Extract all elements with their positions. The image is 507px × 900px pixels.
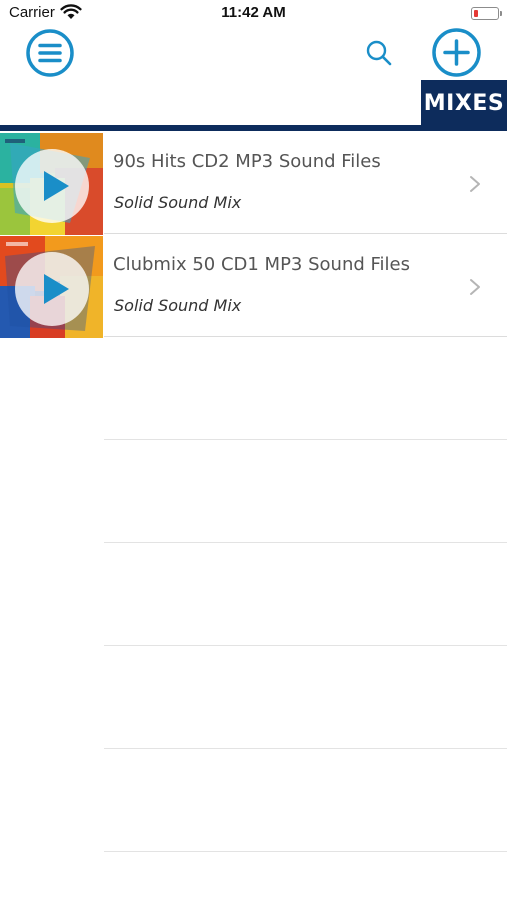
clock: 11:42 AM bbox=[221, 4, 286, 21]
empty-row bbox=[0, 646, 507, 749]
add-icon[interactable] bbox=[432, 28, 481, 77]
battery-tip bbox=[500, 11, 502, 16]
status-bar: Carrier 11:42 AM bbox=[0, 0, 507, 26]
empty-row bbox=[0, 749, 507, 852]
chevron-right-icon bbox=[470, 279, 480, 295]
chevron-right-icon bbox=[470, 176, 480, 192]
section-tab: MIXES bbox=[421, 80, 507, 128]
list-item[interactable]: 90s Hits CD2 MP3 Sound Files Solid Sound… bbox=[0, 131, 507, 235]
search-icon[interactable] bbox=[364, 38, 394, 68]
play-icon[interactable] bbox=[15, 149, 89, 223]
mix-subtitle: Solid Sound Mix bbox=[114, 296, 242, 315]
album-art bbox=[0, 133, 103, 235]
nav-bar bbox=[0, 26, 507, 80]
menu-icon[interactable] bbox=[26, 29, 74, 77]
mix-subtitle: Solid Sound Mix bbox=[114, 193, 242, 212]
battery-icon bbox=[471, 7, 499, 20]
mix-title: Clubmix 50 CD1 MP3 Sound Files bbox=[113, 254, 410, 275]
mix-title: 90s Hits CD2 MP3 Sound Files bbox=[113, 151, 381, 172]
mix-list: 90s Hits CD2 MP3 Sound Files Solid Sound… bbox=[0, 131, 507, 852]
play-icon[interactable] bbox=[15, 252, 89, 326]
empty-row bbox=[0, 337, 507, 440]
album-art bbox=[0, 236, 103, 338]
list-item[interactable]: Clubmix 50 CD1 MP3 Sound Files Solid Sou… bbox=[0, 234, 507, 338]
section-title: MIXES bbox=[423, 91, 505, 116]
empty-row bbox=[0, 440, 507, 543]
empty-row bbox=[0, 543, 507, 646]
